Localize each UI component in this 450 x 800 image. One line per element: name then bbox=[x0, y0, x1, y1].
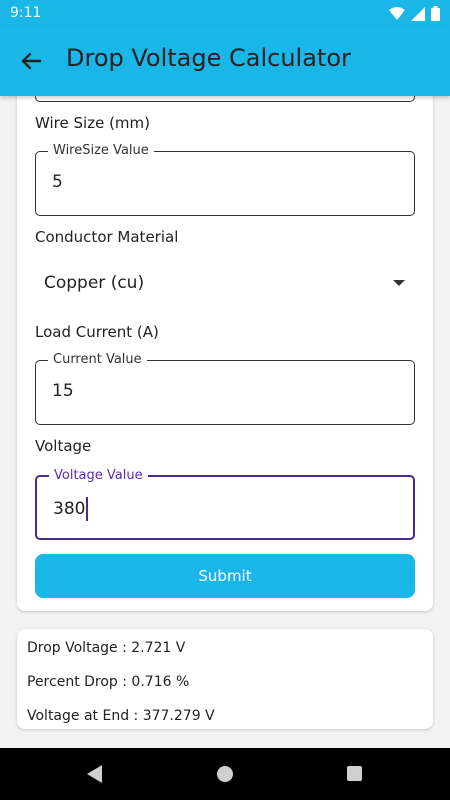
calculator-form-card: Wire Size (mm) WireSize Value 5 Conducto… bbox=[17, 70, 433, 611]
battery-icon bbox=[431, 6, 440, 21]
page-title: Drop Voltage Calculator bbox=[66, 44, 351, 72]
current-value: 15 bbox=[52, 381, 74, 401]
wire-size-label: Wire Size (mm) bbox=[35, 114, 150, 132]
text-caret bbox=[86, 497, 89, 521]
voltage-input[interactable]: Voltage Value 380 bbox=[35, 468, 415, 540]
voltage-value-wrap: 380 bbox=[53, 497, 89, 521]
voltage-value: 380 bbox=[53, 499, 86, 519]
submit-button[interactable]: Submit bbox=[35, 554, 415, 598]
dropdown-arrow-icon bbox=[393, 280, 405, 286]
voltage-float-label: Voltage Value bbox=[49, 468, 148, 483]
current-input[interactable]: Current Value 15 bbox=[35, 352, 415, 425]
load-current-label: Load Current (A) bbox=[35, 323, 159, 341]
system-nav-bar bbox=[0, 748, 450, 800]
nav-recents-icon[interactable] bbox=[347, 766, 362, 781]
current-float-label: Current Value bbox=[48, 352, 147, 367]
status-time: 9:11 bbox=[10, 5, 42, 21]
conductor-material-dropdown[interactable]: Copper (cu) bbox=[35, 260, 415, 308]
wire-size-float-label: WireSize Value bbox=[48, 143, 154, 158]
percent-drop-result: Percent Drop : 0.716 % bbox=[27, 674, 190, 690]
results-card: Drop Voltage : 2.721 V Percent Drop : 0.… bbox=[17, 629, 433, 729]
signal-icon bbox=[411, 6, 425, 21]
drop-voltage-result: Drop Voltage : 2.721 V bbox=[27, 640, 186, 656]
wire-size-value: 5 bbox=[52, 172, 63, 192]
wire-size-input[interactable]: WireSize Value 5 bbox=[35, 143, 415, 216]
status-icons bbox=[389, 6, 440, 21]
voltage-at-end-result: Voltage at End : 377.279 V bbox=[27, 708, 215, 724]
back-button[interactable] bbox=[16, 46, 46, 76]
nav-home-icon[interactable] bbox=[217, 766, 233, 782]
conductor-material-selected: Copper (cu) bbox=[44, 273, 145, 293]
wifi-icon bbox=[389, 6, 405, 20]
conductor-material-label: Conductor Material bbox=[35, 228, 179, 246]
arrow-back-icon bbox=[21, 52, 42, 70]
nav-back-icon[interactable] bbox=[87, 765, 103, 783]
voltage-label: Voltage bbox=[35, 437, 92, 455]
app-bar: Drop Voltage Calculator bbox=[0, 26, 450, 96]
status-bar: 9:11 bbox=[0, 0, 450, 26]
